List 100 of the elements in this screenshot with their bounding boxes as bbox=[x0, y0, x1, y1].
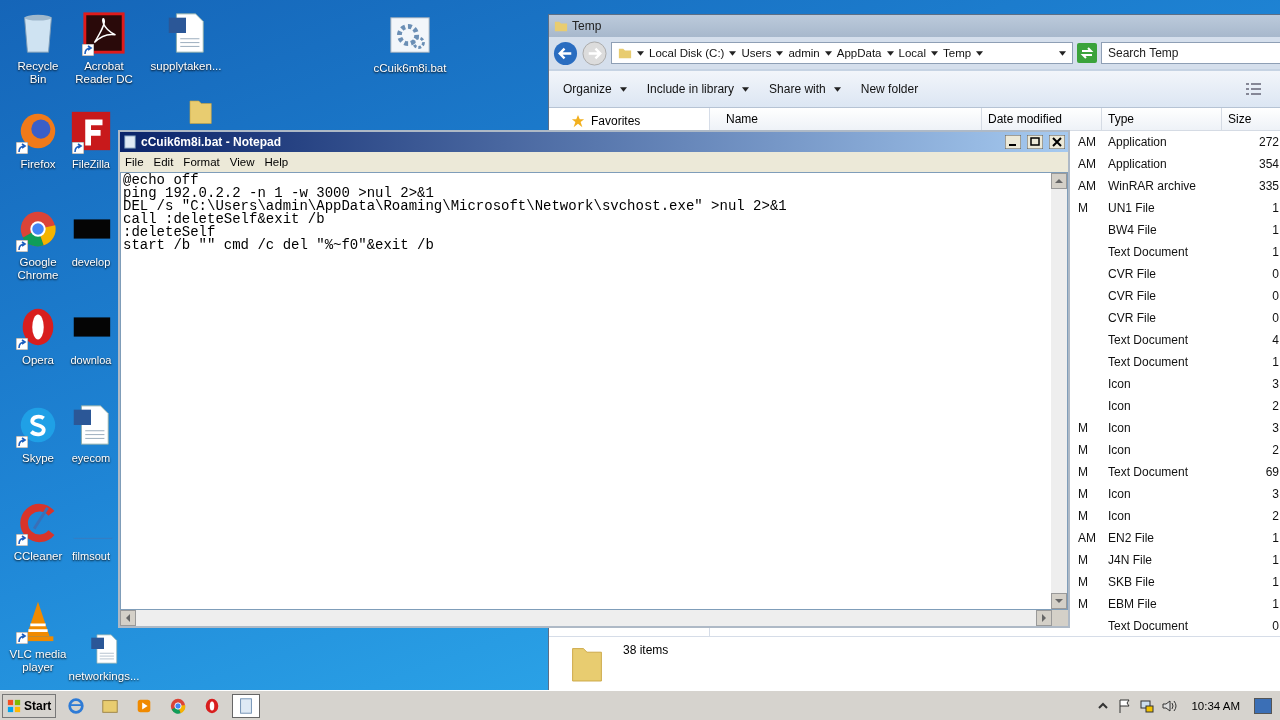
pdf-icon[interactable] bbox=[81, 10, 127, 56]
desktop-icon-label[interactable]: Skype bbox=[22, 452, 54, 465]
table-cell: AM bbox=[1078, 179, 1096, 193]
desktop-icon-label[interactable]: Google Chrome bbox=[8, 256, 68, 282]
scroll-down-icon[interactable] bbox=[1051, 593, 1067, 609]
table-cell: M bbox=[1078, 597, 1088, 611]
caret-icon[interactable] bbox=[637, 50, 644, 56]
desktop-icon-label[interactable]: supplytaken... bbox=[150, 60, 222, 73]
table-cell: 335 bbox=[1258, 179, 1279, 193]
address-bar[interactable]: Local Disk (C:) Users admin AppData Local Temp bbox=[611, 42, 1073, 64]
taskbar-button[interactable] bbox=[232, 693, 261, 718]
table-cell: M bbox=[1078, 443, 1088, 457]
star-icon bbox=[571, 114, 585, 128]
window-title: cCuik6m8i.bat - Notepad bbox=[141, 135, 282, 149]
menu-item[interactable]: Help bbox=[259, 156, 294, 168]
table-cell: M bbox=[1078, 465, 1088, 479]
table-cell: EN2 File bbox=[1108, 531, 1154, 545]
table-cell: M bbox=[1078, 553, 1088, 567]
caret-icon[interactable] bbox=[931, 50, 939, 56]
vertical-scrollbar[interactable] bbox=[1051, 173, 1067, 609]
table-cell: 1 bbox=[1272, 575, 1279, 589]
caret-icon[interactable] bbox=[729, 50, 737, 56]
table-cell: CVR File bbox=[1108, 267, 1156, 281]
scroll-left-icon[interactable] bbox=[120, 610, 136, 626]
table-cell: CVR File bbox=[1108, 289, 1156, 303]
scroll-right-icon[interactable] bbox=[1036, 610, 1052, 626]
desktop-icon-label[interactable]: develop bbox=[71, 256, 111, 269]
table-cell: Icon bbox=[1108, 421, 1131, 435]
notepad-icon bbox=[123, 135, 137, 149]
table-cell: 1 bbox=[1272, 597, 1279, 611]
table-cell: SKB File bbox=[1108, 575, 1155, 589]
table-cell: Application bbox=[1108, 157, 1167, 171]
table-cell: 1 bbox=[1272, 201, 1279, 215]
desktop-icon-label[interactable]: filmsout bbox=[72, 550, 110, 563]
table-cell: 3 bbox=[1272, 421, 1279, 435]
refresh-button[interactable] bbox=[1077, 43, 1097, 63]
desktop-icon-label[interactable]: FileZilla bbox=[72, 158, 110, 171]
table-cell: 1 bbox=[1272, 553, 1279, 567]
speaker-icon[interactable] bbox=[1161, 697, 1178, 714]
close-button[interactable] bbox=[1049, 135, 1065, 149]
view-options-icon[interactable] bbox=[1245, 82, 1263, 96]
scroll-up-icon[interactable] bbox=[1051, 173, 1067, 189]
toolbar-button[interactable]: New folder bbox=[852, 79, 927, 99]
table-cell: Icon bbox=[1108, 509, 1131, 523]
table-cell: 2 bbox=[1272, 399, 1279, 413]
breadcrumb[interactable]: admin bbox=[788, 47, 820, 59]
caret-icon[interactable] bbox=[776, 50, 784, 56]
nav-item[interactable]: Favorites bbox=[591, 114, 641, 128]
chrome-icon bbox=[169, 696, 188, 715]
table-cell: EBM File bbox=[1108, 597, 1157, 611]
table-cell: 1 bbox=[1272, 531, 1279, 545]
column-header[interactable]: Size bbox=[1222, 108, 1280, 130]
desktop-icon-label[interactable]: cCuik6m8i.bat bbox=[373, 62, 447, 75]
caret-icon[interactable] bbox=[976, 50, 984, 56]
table-cell: UN1 File bbox=[1108, 201, 1155, 215]
breadcrumb[interactable]: Temp bbox=[943, 47, 972, 59]
column-header[interactable]: Type bbox=[1102, 108, 1222, 130]
caret-icon[interactable] bbox=[1059, 50, 1066, 56]
window-title: Temp bbox=[572, 19, 602, 33]
toolbar-button[interactable]: Organize bbox=[555, 79, 635, 99]
desktop-icon-label[interactable]: Firefox bbox=[20, 158, 56, 171]
breadcrumb[interactable]: Local bbox=[898, 47, 927, 59]
table-cell: 2 bbox=[1272, 443, 1279, 457]
table-cell: CVR File bbox=[1108, 311, 1156, 325]
menu-item[interactable]: Format bbox=[178, 156, 225, 168]
windows-logo-icon bbox=[7, 698, 21, 713]
minimize-button[interactable] bbox=[1005, 135, 1021, 149]
caret-icon[interactable] bbox=[886, 50, 894, 56]
desktop-icon-label[interactable]: CCleaner bbox=[13, 550, 63, 563]
network-icon[interactable] bbox=[1139, 697, 1156, 714]
desktop-icon-label[interactable]: eyecom bbox=[71, 452, 111, 465]
clock[interactable]: 10:34 AM bbox=[1191, 699, 1240, 712]
table-cell: M bbox=[1078, 421, 1088, 435]
menu-item[interactable]: Edit bbox=[148, 156, 179, 168]
table-cell: BW4 File bbox=[1108, 223, 1157, 237]
desktop-icon-label[interactable]: downloa bbox=[70, 354, 112, 367]
show-desktop-button[interactable] bbox=[1254, 697, 1272, 714]
start-button[interactable]: Start bbox=[2, 693, 57, 718]
toolbar-button[interactable]: Share with bbox=[761, 79, 849, 99]
desktop-icon-label[interactable]: Opera bbox=[22, 354, 54, 367]
table-cell: J4N File bbox=[1108, 553, 1152, 567]
search-field[interactable]: Search Temp bbox=[1101, 42, 1280, 64]
caret-icon[interactable] bbox=[824, 50, 832, 56]
breadcrumb[interactable]: AppData bbox=[836, 47, 882, 59]
breadcrumb[interactable]: Users bbox=[741, 47, 772, 59]
table-cell: Icon bbox=[1108, 399, 1131, 413]
maximize-button[interactable] bbox=[1027, 135, 1043, 149]
breadcrumb[interactable]: Local Disk (C:) bbox=[649, 47, 725, 59]
toolbar-button[interactable]: Include in library bbox=[638, 79, 758, 99]
table-cell: 3 bbox=[1272, 487, 1279, 501]
desktop-icon-label[interactable]: Acrobat Reader DC bbox=[74, 60, 134, 86]
table-cell: Application bbox=[1108, 135, 1167, 149]
table-cell: Icon bbox=[1108, 377, 1131, 391]
back-button[interactable] bbox=[553, 40, 578, 66]
table-cell: Icon bbox=[1108, 443, 1131, 457]
menu-item[interactable]: File bbox=[120, 156, 149, 168]
menu-item[interactable]: View bbox=[224, 156, 260, 168]
horizontal-scrollbar[interactable] bbox=[120, 610, 1052, 626]
desktop-icon-label[interactable]: Recycle Bin bbox=[8, 60, 68, 86]
table-cell: 0 bbox=[1272, 267, 1279, 281]
